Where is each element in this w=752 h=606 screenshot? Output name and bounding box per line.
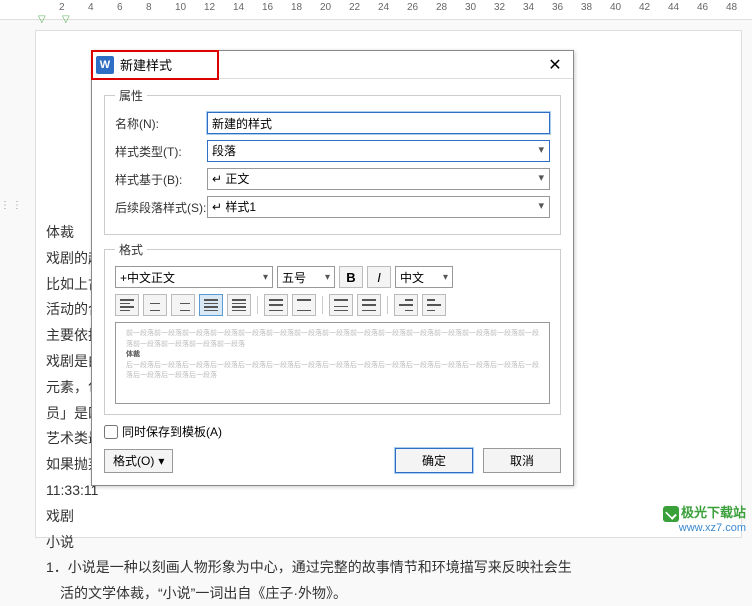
format-group: 格式 +中文正文 五号 B I 中文: [104, 241, 561, 415]
indent-marker[interactable]: ▽: [38, 14, 46, 25]
based-label: 样式基于(B):: [115, 171, 207, 188]
ruler-tick: 16: [262, 2, 273, 13]
preview-pane: 前一段落前一段落前一段落前一段落前一段落前一段落前一段落前一段落前一段落前一段落…: [115, 322, 550, 404]
align-right-button[interactable]: [171, 294, 195, 316]
ruler-tick: 12: [204, 2, 215, 13]
ruler-tick: 42: [639, 2, 650, 13]
style-name-input[interactable]: [207, 112, 550, 134]
cancel-button[interactable]: 取消: [483, 448, 561, 473]
type-label: 样式类型(T):: [115, 143, 207, 160]
ruler-tick: 18: [291, 2, 302, 13]
ruler-tick: 36: [552, 2, 563, 13]
format-dropdown-button[interactable]: 格式(O)▾: [104, 449, 173, 473]
ruler-tick: 40: [610, 2, 621, 13]
dialog-title: 新建样式: [120, 55, 541, 74]
ruler-tick: 20: [320, 2, 331, 13]
font-size-select[interactable]: 五号: [277, 266, 335, 288]
separator: [322, 296, 323, 314]
ruler-tick: 46: [697, 2, 708, 13]
watermark: 极光下载站 www.xz7.com: [663, 502, 746, 534]
ruler-tick: 34: [523, 2, 534, 13]
italic-button[interactable]: I: [367, 266, 391, 288]
document-line[interactable]: 戏剧: [46, 505, 731, 529]
ruler-tick: 32: [494, 2, 505, 13]
save-to-template-checkbox[interactable]: [104, 425, 118, 439]
chevron-down-icon: ▾: [158, 454, 164, 468]
save-to-template-label: 同时保存到模板(A): [122, 423, 222, 440]
ruler-tick: 26: [407, 2, 418, 13]
next-label: 后续段落样式(S):: [115, 199, 207, 216]
close-icon[interactable]: ✕: [541, 53, 569, 77]
ruler-tick: 6: [117, 2, 123, 13]
increase-para-spacing-button[interactable]: [329, 294, 353, 316]
align-justify-button[interactable]: [199, 294, 223, 316]
indent-marker[interactable]: ▽: [62, 14, 70, 25]
ruler-tick: 38: [581, 2, 592, 13]
ok-button[interactable]: 确定: [395, 448, 473, 473]
bold-button[interactable]: B: [339, 266, 363, 288]
increase-indent-button[interactable]: [422, 294, 446, 316]
style-type-select[interactable]: 段落: [207, 140, 550, 162]
line-spacing-2-button[interactable]: [292, 294, 316, 316]
document-line[interactable]: 小说: [46, 531, 731, 555]
app-icon: W: [96, 56, 114, 74]
properties-legend: 属性: [115, 87, 147, 104]
name-label: 名称(N):: [115, 115, 207, 132]
ruler-tick: 4: [88, 2, 94, 13]
ruler-tick: 8: [146, 2, 152, 13]
align-center-button[interactable]: [143, 294, 167, 316]
based-on-select[interactable]: ↵ 正文: [207, 168, 550, 190]
next-style-select[interactable]: ↵ 样式1: [207, 196, 550, 218]
ruler-tick: 14: [233, 2, 244, 13]
ruler-tick: 10: [175, 2, 186, 13]
ruler-tick: 22: [349, 2, 360, 13]
outline-handle: ⋮⋮: [0, 200, 12, 211]
document-line[interactable]: 活的文学体裁，“小说”一词出自《庄子·外物》。: [46, 582, 731, 606]
new-style-dialog: W 新建样式 ✕ 属性 名称(N): 样式类型(T): 段落 样式基于(B): …: [91, 50, 574, 486]
horizontal-ruler: ▽ ▽ 246810121416182022242628303234363840…: [0, 0, 752, 20]
align-left-button[interactable]: [115, 294, 139, 316]
download-icon: [663, 506, 679, 522]
properties-group: 属性 名称(N): 样式类型(T): 段落 样式基于(B): ↵ 正文 后续段落…: [104, 87, 561, 235]
dialog-titlebar[interactable]: W 新建样式 ✕: [92, 51, 573, 79]
language-select[interactable]: 中文: [395, 266, 453, 288]
ruler-tick: 24: [378, 2, 389, 13]
ruler-tick: 2: [59, 2, 65, 13]
document-line[interactable]: 1．小说是一种以刻画人物形象为中心，通过完整的故事情节和环境描写来反映社会生: [46, 556, 731, 580]
font-select[interactable]: +中文正文: [115, 266, 273, 288]
ruler-tick: 30: [465, 2, 476, 13]
separator: [257, 296, 258, 314]
line-spacing-1-button[interactable]: [264, 294, 288, 316]
ruler-tick: 44: [668, 2, 679, 13]
ruler-tick: 28: [436, 2, 447, 13]
decrease-indent-button[interactable]: [394, 294, 418, 316]
ruler-tick: 48: [726, 2, 737, 13]
decrease-para-spacing-button[interactable]: [357, 294, 381, 316]
separator: [387, 296, 388, 314]
align-distribute-button[interactable]: [227, 294, 251, 316]
format-legend: 格式: [115, 241, 147, 258]
